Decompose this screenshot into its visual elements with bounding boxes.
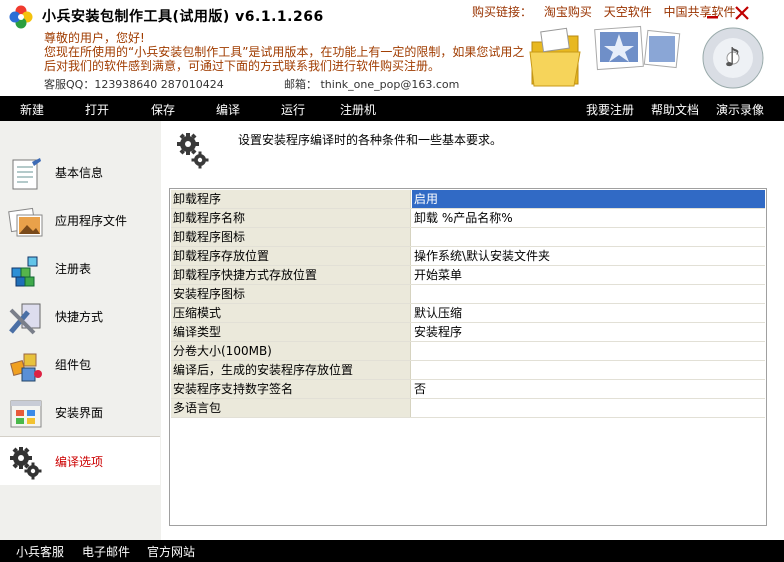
footer-link-support[interactable]: 小兵客服	[16, 543, 64, 560]
close-icon[interactable]	[735, 6, 749, 20]
header-decoration: ♪	[529, 25, 764, 89]
svg-text:♪: ♪	[724, 43, 741, 73]
property-value[interactable]	[412, 228, 765, 246]
property-value[interactable]	[412, 342, 765, 360]
footer-link-website[interactable]: 官方网站	[147, 543, 195, 560]
property-row[interactable]: 安装程序支持数字签名 否	[171, 380, 765, 399]
menu-help-docs[interactable]: 帮助文档	[651, 101, 699, 118]
panel-description: 设置安装程序编译时的各种条件和一些基本要求。	[238, 133, 503, 147]
property-grid: 卸载程序 启用 卸载程序名称 卸载 %产品名称% 卸载程序图标 卸载程序存放位置…	[169, 188, 767, 526]
menu-register[interactable]: 我要注册	[586, 101, 634, 118]
minimize-icon[interactable]	[706, 6, 720, 20]
sidebar-item-compile-options[interactable]: 编译选项	[0, 437, 160, 485]
app-logo-icon	[9, 5, 33, 29]
support-email: 邮箱： think_one_pop@163.com	[284, 78, 460, 91]
footer-bar: 小兵客服 电子邮件 官方网站	[0, 540, 784, 562]
sidebar-item-install-ui[interactable]: 安装界面	[0, 388, 160, 436]
property-row[interactable]: 卸载程序 启用	[171, 190, 765, 209]
sidebar-item-label: 编译选项	[55, 455, 104, 469]
support-qq: 客服QQ：123938640 287010424	[44, 78, 224, 91]
shortcut-tools-icon	[9, 303, 41, 335]
image-files-icon	[8, 207, 43, 237]
sidebar-item-label: 基本信息	[55, 166, 104, 180]
property-row[interactable]: 分卷大小(100MB)	[171, 342, 765, 361]
property-key: 编译后，生成的安装程序存放位置	[171, 361, 411, 379]
property-row[interactable]: 卸载程序图标	[171, 228, 765, 247]
property-value[interactable]: 默认压缩	[412, 304, 765, 322]
property-value[interactable]: 安装程序	[412, 323, 765, 341]
menu-keygen[interactable]: 注册机	[340, 101, 376, 118]
contact-info: 客服QQ：123938640 287010424 邮箱： think_one_p…	[44, 76, 459, 92]
property-key: 分卷大小(100MB)	[171, 342, 411, 360]
property-key: 安装程序支持数字签名	[171, 380, 411, 398]
property-grid-rows: 卸载程序 启用 卸载程序名称 卸载 %产品名称% 卸载程序图标 卸载程序存放位置…	[171, 190, 765, 418]
property-key: 安装程序图标	[171, 285, 411, 303]
sidebar-item-label: 注册表	[55, 262, 92, 276]
property-value[interactable]: 否	[412, 380, 765, 398]
sidebar-item-label: 组件包	[55, 358, 92, 372]
sidebar-item-label: 快捷方式	[55, 310, 104, 324]
gears-icon	[10, 447, 42, 480]
sidebar-item-label: 安装界面	[55, 406, 104, 420]
app-title: 小兵安装包制作工具(试用版) v6.1.1.266	[42, 9, 324, 25]
property-value[interactable]: 操作系统\默认安装文件夹	[412, 247, 765, 265]
buy-link-taobao[interactable]: 淘宝购买	[544, 5, 592, 19]
property-key: 卸载程序存放位置	[171, 247, 411, 265]
greeting-text: 尊敬的用户，您好!	[44, 31, 145, 45]
sidebar-item-label: 应用程序文件	[55, 214, 128, 228]
property-key: 卸载程序图标	[171, 228, 411, 246]
property-key: 卸载程序	[171, 190, 411, 208]
sidebar: 基本信息 应用程序文件 注册表 快捷方式 组件包 安装界面 编译选项	[0, 121, 161, 540]
property-row[interactable]: 卸载程序名称 卸载 %产品名称%	[171, 209, 765, 228]
buy-link-skycn[interactable]: 天空软件	[604, 5, 652, 19]
sidebar-item-components[interactable]: 组件包	[0, 340, 160, 388]
buy-label: 购买链接：	[472, 5, 533, 19]
property-key: 压缩模式	[171, 304, 411, 322]
sidebar-item-basic-info[interactable]: 基本信息	[0, 148, 160, 196]
gears-icon	[177, 133, 209, 169]
menu-new[interactable]: 新建	[20, 101, 44, 118]
trial-notice: 尊敬的用户，您好! 您现在所使用的“小兵安装包制作工具”是试用版本，在功能上有一…	[44, 31, 534, 73]
sidebar-item-app-files[interactable]: 应用程序文件	[0, 196, 160, 244]
menu-run[interactable]: 运行	[281, 101, 305, 118]
property-row[interactable]: 卸载程序快捷方式存放位置 开始菜单	[171, 266, 765, 285]
compile-options-panel: 设置安装程序编译时的各种条件和一些基本要求。 卸载程序 启用 卸载程序名称 卸载…	[161, 121, 784, 540]
registry-cubes-icon	[11, 256, 38, 287]
property-row[interactable]: 安装程序图标	[171, 285, 765, 304]
menu-save[interactable]: 保存	[151, 101, 175, 118]
menu-compile[interactable]: 编译	[216, 101, 240, 118]
footer-link-email[interactable]: 电子邮件	[82, 543, 130, 560]
trial-notice-text: 您现在所使用的“小兵安装包制作工具”是试用版本，在功能上有一定的限制，如果您试用…	[44, 45, 525, 73]
property-value[interactable]: 启用	[412, 190, 765, 208]
property-value[interactable]: 卸载 %产品名称%	[412, 209, 765, 227]
property-key: 卸载程序快捷方式存放位置	[171, 266, 411, 284]
property-key: 多语言包	[171, 399, 411, 417]
property-row[interactable]: 编译类型 安装程序	[171, 323, 765, 342]
menu-demo-video[interactable]: 演示录像	[716, 101, 764, 118]
header: 小兵安装包制作工具(试用版) v6.1.1.266 购买链接： 淘宝购买 天空软…	[0, 0, 784, 96]
notepad-icon	[12, 158, 41, 190]
property-row[interactable]: 卸载程序存放位置 操作系统\默认安装文件夹	[171, 247, 765, 266]
property-value[interactable]	[412, 361, 765, 379]
menu-open[interactable]: 打开	[85, 101, 109, 118]
sidebar-item-registry[interactable]: 注册表	[0, 244, 160, 292]
property-row[interactable]: 多语言包	[171, 399, 765, 418]
property-value[interactable]: 开始菜单	[412, 266, 765, 284]
property-value[interactable]	[412, 399, 765, 417]
property-value[interactable]	[412, 285, 765, 303]
property-key: 编译类型	[171, 323, 411, 341]
property-row[interactable]: 编译后，生成的安装程序存放位置	[171, 361, 765, 380]
components-icon	[10, 353, 42, 382]
property-row[interactable]: 压缩模式 默认压缩	[171, 304, 765, 323]
install-ui-icon	[10, 400, 42, 428]
buy-link-sharesoft[interactable]: 中国共享软件	[664, 5, 736, 19]
sidebar-item-shortcuts[interactable]: 快捷方式	[0, 292, 160, 340]
buy-links: 购买链接： 淘宝购买 天空软件 中国共享软件	[472, 3, 736, 20]
menu-bar: 新建 打开 保存 编译 运行 注册机 我要注册 帮助文档 演示录像	[0, 96, 784, 121]
property-key: 卸载程序名称	[171, 209, 411, 227]
